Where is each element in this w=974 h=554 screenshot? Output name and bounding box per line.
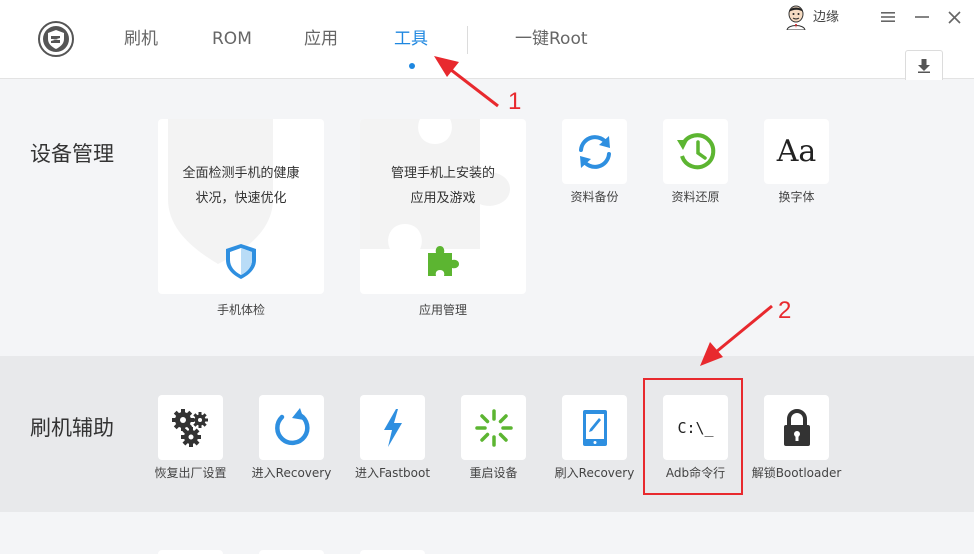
factory-reset-tile[interactable] <box>158 395 223 460</box>
device-checkup-label[interactable]: 手机体检 <box>158 302 324 318</box>
app-management-desc: 管理手机上安装的 应用及游戏 <box>390 166 495 206</box>
next-section-tile[interactable] <box>158 550 223 554</box>
nav-divider <box>467 26 468 54</box>
restore-tile[interactable] <box>663 119 728 184</box>
restore-label[interactable]: 资料还原 <box>655 189 736 205</box>
enter-fastboot-label[interactable]: 进入Fastboot <box>348 465 437 481</box>
enter-recovery-tile[interactable] <box>259 395 324 460</box>
enter-fastboot-tile[interactable] <box>360 395 425 460</box>
user-avatar-icon[interactable] <box>785 5 807 30</box>
app-management-card[interactable]: 管理手机上安装的 应用及游戏 <box>360 119 526 294</box>
device-checkup-card[interactable]: 全面检测手机的健康 状况，快速优化 <box>158 119 324 294</box>
reboot-device-label[interactable]: 重启设备 <box>449 465 538 481</box>
menu-icon <box>881 12 895 22</box>
section-title-device-management: 设备管理 <box>30 142 114 166</box>
minimize-icon <box>915 16 929 18</box>
unlock-bootloader-label[interactable]: 解锁Bootloader <box>748 465 845 481</box>
refresh-icon <box>274 407 310 445</box>
tab-flash[interactable]: 刷机 <box>124 28 158 50</box>
app-logo-icon[interactable] <box>38 21 74 57</box>
change-font-label[interactable]: 换字体 <box>756 189 837 205</box>
close-button[interactable] <box>945 8 963 26</box>
close-icon <box>947 10 961 24</box>
adb-highlight-box <box>643 378 743 495</box>
unlock-bootloader-tile[interactable] <box>764 395 829 460</box>
top-bar: 刷机 ROM 应用 工具 一键Root 边缘 <box>0 0 974 80</box>
next-section <box>0 512 974 554</box>
shield-icon <box>226 244 256 279</box>
tab-rom[interactable]: ROM <box>212 28 252 50</box>
tablet-icon <box>582 409 607 446</box>
change-font-tile[interactable]: Aa <box>764 119 829 184</box>
section-title-flash-assist: 刷机辅助 <box>30 416 114 440</box>
reboot-device-tile[interactable] <box>461 395 526 460</box>
tab-one-click-root[interactable]: 一键Root <box>515 28 588 50</box>
annotation-number-1: 1 <box>508 88 522 115</box>
puzzle-icon <box>428 246 459 276</box>
factory-reset-label[interactable]: 恢复出厂设置 <box>146 465 235 481</box>
tab-tools[interactable]: 工具 <box>394 28 428 50</box>
font-icon: Aa <box>776 133 817 169</box>
menu-button[interactable] <box>879 8 897 26</box>
sync-icon <box>578 134 611 169</box>
app-management-label[interactable]: 应用管理 <box>360 302 526 318</box>
flash-recovery-label[interactable]: 刷入Recovery <box>550 465 639 481</box>
loading-icon <box>474 408 513 447</box>
tab-apps[interactable]: 应用 <box>304 28 338 50</box>
backup-label[interactable]: 资料备份 <box>554 189 635 205</box>
next-section-tile[interactable] <box>360 550 425 554</box>
device-checkup-desc: 全面检测手机的健康 状况，快速优化 <box>182 166 300 206</box>
username[interactable]: 边缘 <box>813 9 839 27</box>
download-icon <box>918 58 930 73</box>
active-tab-indicator <box>409 63 415 69</box>
minimize-button[interactable] <box>913 8 931 26</box>
next-section-tile[interactable] <box>259 550 324 554</box>
annotation-number-2: 2 <box>778 297 792 324</box>
backup-tile[interactable] <box>562 119 627 184</box>
history-icon <box>676 132 715 169</box>
gears-icon <box>171 408 208 447</box>
flash-recovery-tile[interactable] <box>562 395 627 460</box>
lightning-icon <box>383 408 402 447</box>
download-manager-button[interactable] <box>905 50 943 80</box>
enter-recovery-label[interactable]: 进入Recovery <box>247 465 336 481</box>
lock-icon <box>783 408 810 446</box>
